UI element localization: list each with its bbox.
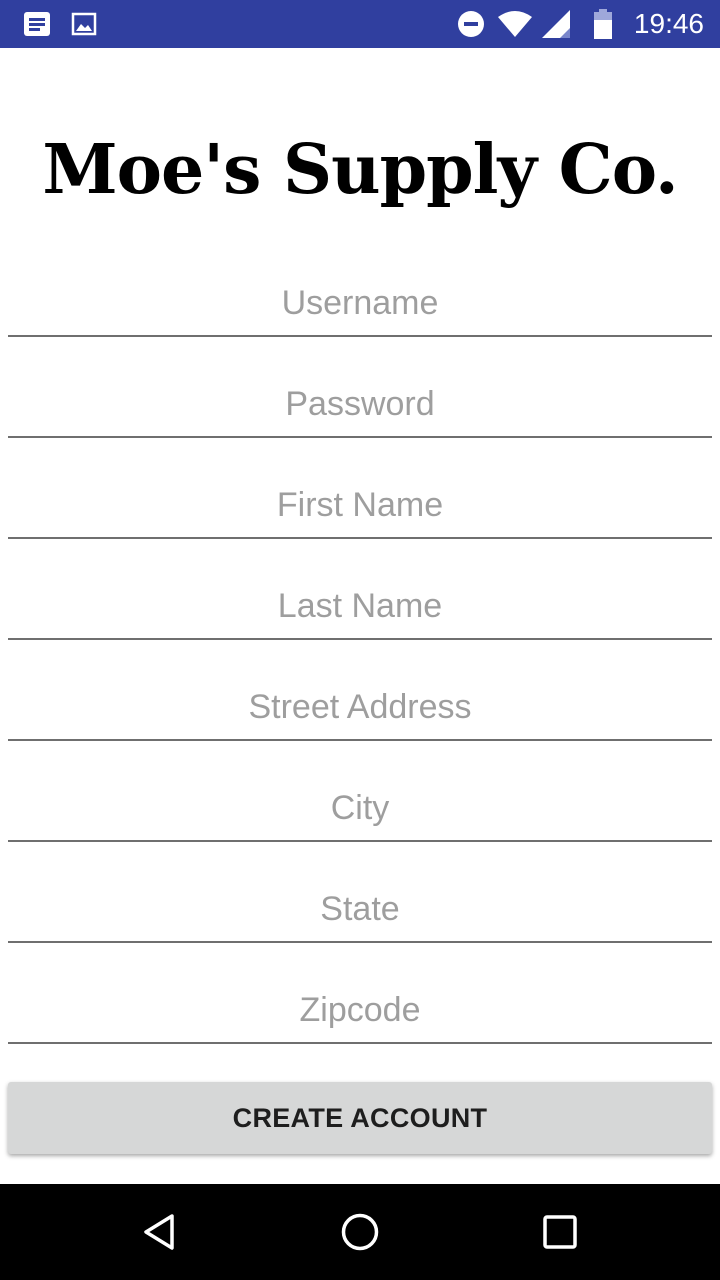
do-not-disturb-icon [456, 0, 486, 48]
password-input[interactable] [8, 378, 712, 436]
back-icon[interactable] [100, 1184, 220, 1280]
signal-icon [538, 0, 574, 48]
city-field-container [8, 782, 712, 842]
zipcode-field-container [8, 984, 712, 1044]
home-icon[interactable] [300, 1184, 420, 1280]
username-field-container [8, 277, 712, 337]
state-field-container [8, 883, 712, 943]
navigation-bar [0, 1184, 720, 1280]
state-input[interactable] [8, 883, 712, 941]
username-input[interactable] [8, 277, 712, 335]
create-account-button[interactable]: CREATE ACCOUNT [8, 1082, 712, 1154]
battery-icon [590, 0, 616, 48]
city-input[interactable] [8, 782, 712, 840]
image-icon [70, 0, 98, 48]
password-field-container [8, 378, 712, 438]
last-name-field-container [8, 580, 712, 640]
street-address-input[interactable] [8, 681, 712, 739]
last-name-input[interactable] [8, 580, 712, 638]
status-bar: 19:46 [0, 0, 720, 48]
notification-icon [22, 0, 52, 48]
status-time: 19:46 [633, 8, 704, 39]
app-title: Moe's Supply Co. [42, 130, 678, 210]
street-address-field-container [8, 681, 712, 741]
first-name-field-container [8, 479, 712, 539]
first-name-input[interactable] [8, 479, 712, 537]
recents-icon[interactable] [500, 1184, 620, 1280]
wifi-icon [496, 0, 534, 48]
zipcode-input[interactable] [8, 984, 712, 1042]
